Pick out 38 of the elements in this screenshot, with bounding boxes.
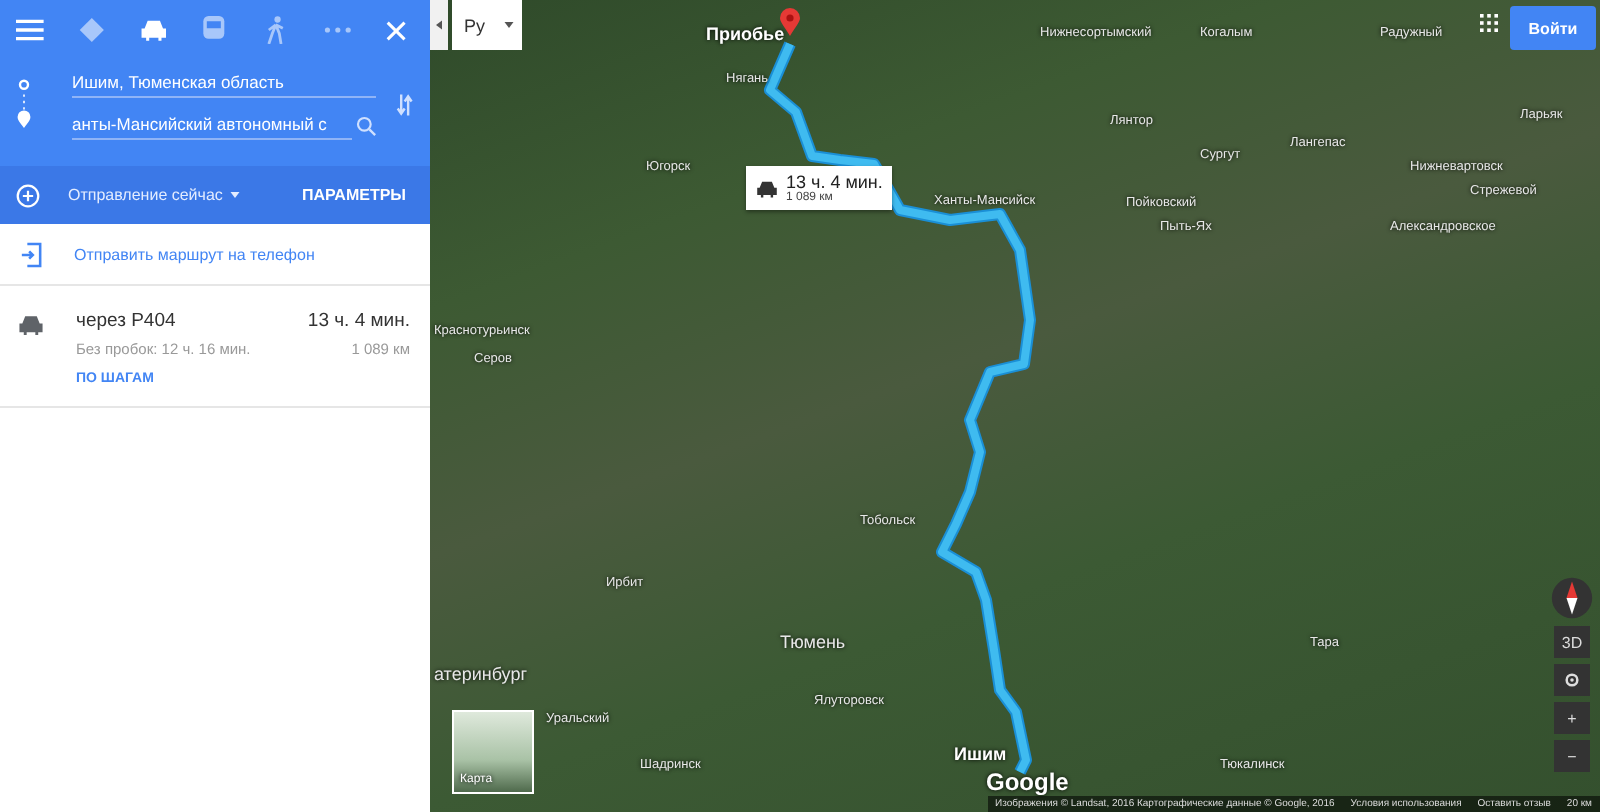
collapse-panel-button[interactable] bbox=[430, 0, 448, 50]
zoom-in-button[interactable]: + bbox=[1554, 702, 1590, 734]
car-icon[interactable] bbox=[139, 16, 167, 44]
satellite-map[interactable] bbox=[430, 0, 1600, 812]
compass-icon[interactable] bbox=[1550, 576, 1594, 620]
departure-time-dropdown[interactable]: Отправление сейчас bbox=[68, 186, 223, 204]
train-icon[interactable] bbox=[200, 16, 229, 44]
swap-icon[interactable] bbox=[396, 91, 414, 117]
apps-grid-icon[interactable] bbox=[1480, 14, 1498, 32]
route-duration: 13 ч. 4 мин. bbox=[307, 310, 410, 332]
zoom-out-button[interactable]: − bbox=[1554, 740, 1590, 772]
add-circle-icon[interactable] bbox=[16, 183, 40, 207]
menu-icon[interactable] bbox=[16, 16, 44, 44]
3d-button[interactable]: 3D bbox=[1554, 626, 1590, 658]
location-icon[interactable] bbox=[1554, 664, 1590, 696]
place-label: Приобье bbox=[706, 24, 785, 44]
google-logo: Google bbox=[986, 768, 1069, 796]
car-icon bbox=[18, 314, 44, 336]
phone-arrow-icon[interactable] bbox=[20, 241, 42, 267]
caret-left-icon bbox=[436, 20, 442, 30]
place-label: Ишим bbox=[954, 744, 1007, 764]
caret-down-icon bbox=[504, 22, 514, 28]
place-label: Тюмень bbox=[780, 632, 846, 652]
destination-field[interactable]: анты-Мансийский автономный с bbox=[72, 110, 353, 140]
car-icon bbox=[756, 179, 778, 197]
route-name: через Р404 bbox=[76, 310, 176, 332]
place-label: атеринбург bbox=[434, 664, 527, 684]
destination-pin-icon bbox=[780, 8, 800, 36]
directions-icon[interactable] bbox=[77, 16, 106, 44]
origin-field[interactable]: Ишим, Тюменская область bbox=[72, 68, 377, 98]
close-icon[interactable] bbox=[385, 19, 406, 41]
language-selector[interactable]: Ру bbox=[452, 0, 522, 50]
callout-duration: 13 ч. 4 мин. bbox=[786, 172, 883, 192]
sign-in-button[interactable]: Войти bbox=[1510, 6, 1596, 50]
caret-down-icon[interactable] bbox=[230, 192, 241, 198]
send-to-phone-link[interactable]: Отправить маршрут на телефон bbox=[74, 245, 315, 263]
options-button[interactable]: ПАРАМЕТРЫ bbox=[302, 186, 414, 204]
search-icon[interactable] bbox=[356, 115, 377, 135]
